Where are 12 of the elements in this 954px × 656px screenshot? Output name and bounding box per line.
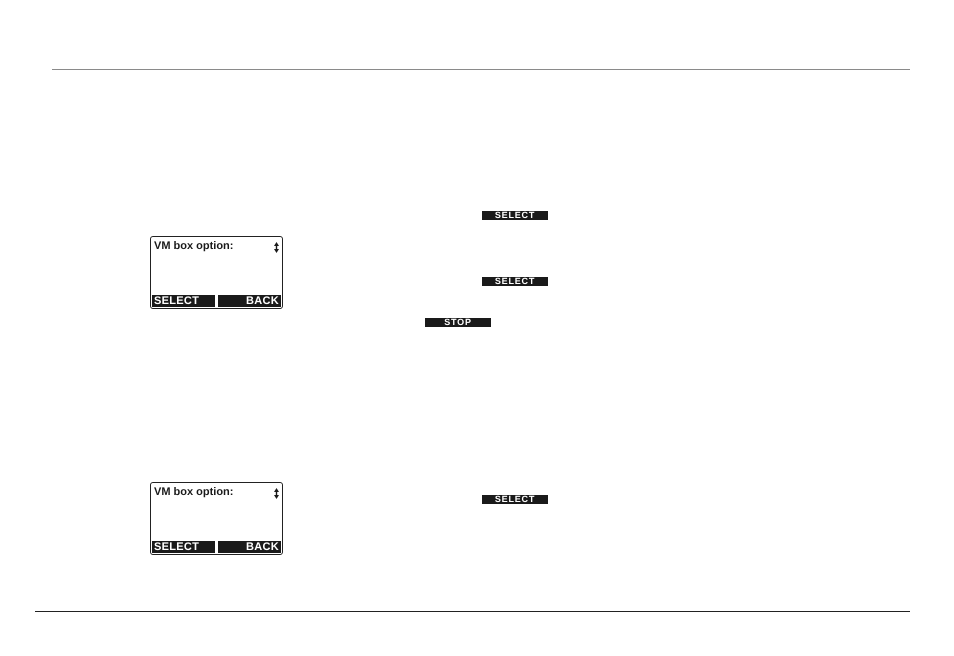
- key-label: SELECT: [482, 495, 548, 504]
- key-label: SELECT: [482, 211, 548, 220]
- up-down-arrow-icon: [274, 242, 279, 253]
- softkey-label: BACK: [218, 541, 281, 553]
- screen-title: VM box option:: [154, 486, 234, 499]
- softkey-label: SELECT: [152, 295, 215, 307]
- softkey-label: BACK: [218, 295, 281, 307]
- key-label: STOP: [425, 318, 491, 327]
- softkey-label: SELECT: [152, 541, 215, 553]
- key-label: SELECT: [482, 277, 548, 286]
- up-down-arrow-icon: [274, 488, 279, 499]
- screen-title: VM box option:: [154, 240, 234, 253]
